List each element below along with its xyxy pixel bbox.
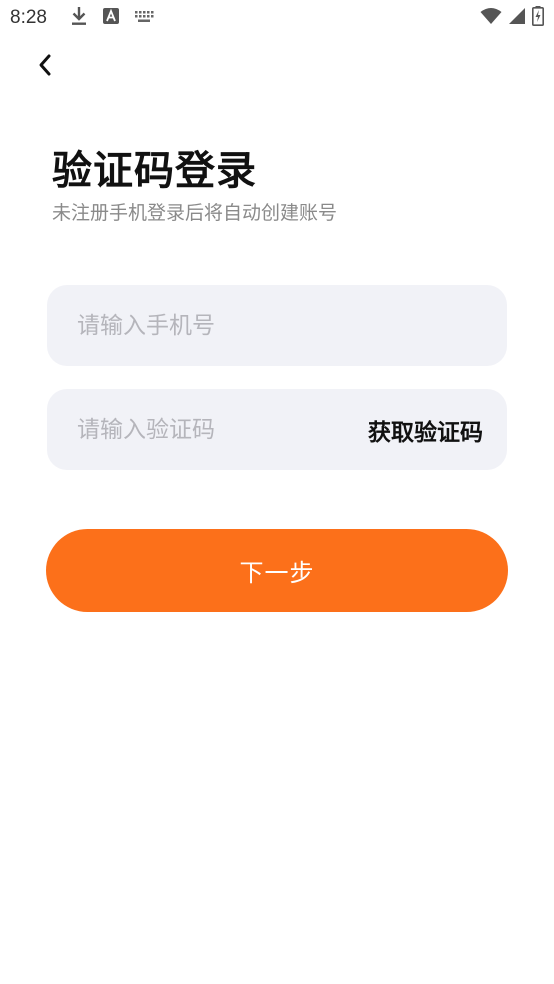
status-bar: 8:28	[0, 0, 554, 36]
get-code-button[interactable]: 获取验证码	[368, 389, 483, 470]
status-icons-left	[70, 6, 154, 30]
battery-charging-icon	[532, 6, 544, 30]
a-letter-icon	[102, 7, 120, 29]
chevron-left-icon	[37, 53, 53, 81]
page-subtitle: 未注册手机登录后将自动创建账号	[52, 202, 338, 224]
status-icons-right	[480, 6, 544, 30]
back-button[interactable]	[26, 48, 64, 86]
download-icon	[70, 6, 88, 30]
wifi-icon	[480, 7, 502, 29]
status-time: 8:28	[10, 7, 47, 28]
signal-icon	[508, 7, 526, 29]
phone-field	[47, 285, 507, 366]
page-title: 验证码登录	[52, 148, 257, 194]
phone-input[interactable]	[77, 285, 477, 366]
keyboard-icon	[134, 9, 154, 28]
code-input[interactable]	[77, 389, 327, 470]
next-button[interactable]: 下一步	[46, 529, 508, 612]
code-field: 获取验证码	[47, 389, 507, 470]
